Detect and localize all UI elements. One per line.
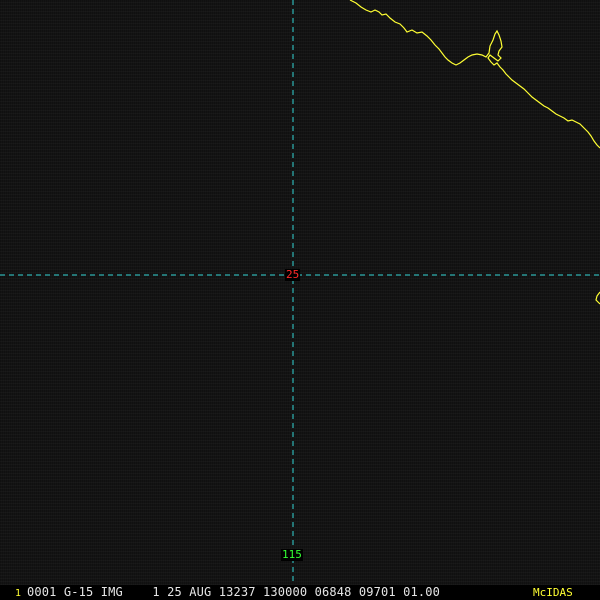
image-info-text: 0001 G-15 IMG 1 25 AUG 13237 130000 0684… xyxy=(27,585,440,599)
longitude-label: 115 xyxy=(281,548,303,561)
mcidas-brand: McIDAS xyxy=(533,586,573,599)
coastline-fragment xyxy=(595,291,600,305)
latitude-label: 25 xyxy=(285,268,301,281)
map-overlay xyxy=(0,0,600,585)
coastline xyxy=(349,0,600,149)
mcidas-image-frame: 25 115 1 0001 G-15 IMG 1 25 AUG 13237 13… xyxy=(0,0,600,600)
status-bar: 1 0001 G-15 IMG 1 25 AUG 13237 130000 06… xyxy=(0,585,600,600)
frame-number: 1 xyxy=(15,588,22,599)
